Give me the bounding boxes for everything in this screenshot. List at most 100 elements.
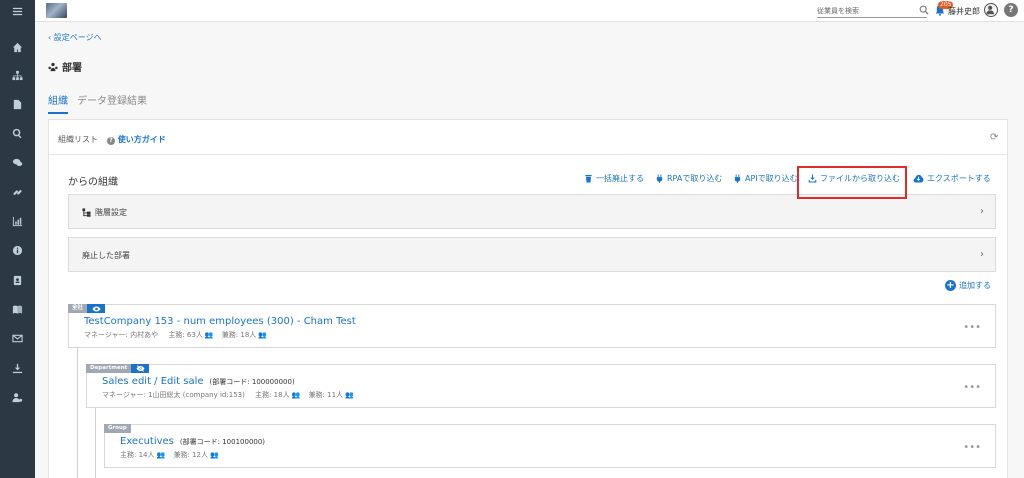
org-unit-card-company[interactable]: 全社 TestCompany 153 - num employees (300)… xyxy=(68,304,996,348)
page-title-text: 部署 xyxy=(62,63,82,74)
unit-tag: Department xyxy=(86,364,150,373)
unit-type-tag: Group xyxy=(104,424,131,433)
org-chart-icon[interactable] xyxy=(0,64,35,86)
org-title: からの組織 xyxy=(68,177,118,188)
tree-connector xyxy=(77,348,78,478)
export-label: エクスポートする xyxy=(927,174,991,183)
chat-icon[interactable] xyxy=(0,151,35,173)
chevron-right-icon: › xyxy=(980,206,984,217)
hierarchy-icon xyxy=(82,208,91,217)
trash-icon xyxy=(585,174,592,183)
unit-name-text: Executives xyxy=(120,436,174,447)
api-import-label: APIで取り込む xyxy=(745,174,798,183)
search-nav-icon[interactable] xyxy=(0,122,35,144)
unit-name-text: TestCompany 153 - num employees (300) - … xyxy=(84,316,356,327)
plug-icon xyxy=(734,174,741,183)
sidebar xyxy=(0,0,35,478)
export-button[interactable]: エクスポートする xyxy=(913,173,991,184)
avatar[interactable] xyxy=(984,3,998,17)
address-book-icon[interactable] xyxy=(0,269,35,291)
usage-guide-label: 使い方ガイド xyxy=(117,135,166,144)
unit-type-tag: 全社 xyxy=(68,304,88,313)
unit-meta: 主務: 14人 👥 兼務: 12人 👥 xyxy=(120,450,225,460)
tab-bar: 組織 データ登録結果 xyxy=(48,92,147,114)
home-icon[interactable] xyxy=(0,36,35,58)
unit-name-text: Sales edit / Edit sale xyxy=(102,376,204,387)
bulk-abolish-button[interactable]: 一括廃止する xyxy=(584,173,644,184)
abolished-departments-heading: 廃止した部署 xyxy=(82,250,130,261)
main-content: ‹ 設定ページへ 部署 組織 データ登録結果 組織リスト ? 使い方ガイド ⟳ … xyxy=(35,22,1024,478)
book-icon[interactable] xyxy=(0,298,35,320)
abolished-departments-label: 廃止した部署 xyxy=(82,251,130,260)
back-link-label: 設定ページへ xyxy=(53,33,102,42)
main-count: 主務: 18人 xyxy=(255,391,290,399)
unit-tag: Group xyxy=(104,424,131,433)
panel-title: 組織リスト xyxy=(58,135,98,144)
hierarchy-settings-label: 階層設定 xyxy=(95,208,127,217)
search-icon[interactable] xyxy=(919,5,929,15)
tab-organization[interactable]: 組織 xyxy=(48,92,68,114)
unit-tag: 全社 xyxy=(68,304,106,313)
main-count: 主務: 63人 xyxy=(168,331,203,339)
unit-name[interactable]: Sales edit / Edit sale (部署コード: 100000000) xyxy=(102,376,295,387)
chevron-right-icon: › xyxy=(980,249,984,260)
unit-meta: マネージャー: 1山田総太 (company id:153) 主務: 18人 👥 … xyxy=(102,390,360,400)
unit-name[interactable]: TestCompany 153 - num employees (300) - … xyxy=(84,316,356,327)
main-count: 主務: 14人 xyxy=(120,451,155,459)
info-icon[interactable] xyxy=(0,239,35,261)
employee-search-input[interactable]: 従業員を検索 xyxy=(817,4,927,18)
people-icon: 👥 xyxy=(156,451,166,459)
panel-header: 組織リスト ? 使い方ガイド ⟳ xyxy=(49,120,1007,155)
tree-connector xyxy=(95,408,96,478)
rpa-import-button[interactable]: RPAで取り込む xyxy=(655,173,722,184)
document-icon[interactable] xyxy=(0,93,35,115)
menu-icon[interactable] xyxy=(0,0,35,22)
download-icon[interactable] xyxy=(0,357,35,379)
hierarchy-settings-heading: 階層設定 xyxy=(82,207,127,218)
plug-icon xyxy=(656,174,663,183)
concurrent-count: 兼務: 11人 xyxy=(308,391,344,399)
user-icon xyxy=(986,5,994,15)
tab-data-import-results[interactable]: データ登録結果 xyxy=(77,92,147,114)
user-settings-icon[interactable] xyxy=(0,386,35,408)
add-label: 追加する xyxy=(959,281,991,290)
mail-icon[interactable] xyxy=(0,327,35,349)
abolished-departments-bar[interactable]: 廃止した部署 › xyxy=(68,237,996,272)
company-logo[interactable] xyxy=(46,3,67,18)
more-options-icon[interactable]: ••• xyxy=(963,442,981,453)
unit-meta: マネージャー: 内村あや 主務: 63人 👥 兼務: 18人 👥 xyxy=(84,330,273,340)
concurrent-count: 兼務: 18人 xyxy=(221,331,257,339)
more-options-icon[interactable]: ••• xyxy=(963,382,981,393)
hierarchy-settings-bar[interactable]: 階層設定 › xyxy=(68,194,996,229)
more-options-icon[interactable]: ••• xyxy=(963,322,981,333)
dept-code: (部署コード: 100100000) xyxy=(179,438,266,446)
question-circle-icon: ? xyxy=(107,137,115,145)
people-icon: 👥 xyxy=(209,451,219,459)
concurrent-count: 兼務: 12人 xyxy=(173,451,208,459)
topbar: 従業員を検索 205 藤井史郎 ? xyxy=(35,0,1024,22)
rpa-import-label: RPAで取り込む xyxy=(667,174,723,183)
manager-text: マネージャー: 内村あや xyxy=(84,331,159,339)
org-unit-card-group[interactable]: Group Executives (部署コード: 100100000) 主務: 1… xyxy=(104,424,996,468)
api-import-button[interactable]: APIで取り込む xyxy=(733,173,798,184)
plus-circle-icon: + xyxy=(945,280,956,291)
highlight-box xyxy=(797,166,907,199)
eye-slash-icon[interactable] xyxy=(131,364,150,373)
add-button[interactable]: + 追加する xyxy=(945,280,991,291)
eye-icon[interactable] xyxy=(87,304,106,313)
unit-name[interactable]: Executives (部署コード: 100100000) xyxy=(120,436,265,447)
usage-guide-link[interactable]: ? 使い方ガイド xyxy=(107,134,166,145)
help-button[interactable]: ? xyxy=(1004,3,1018,17)
manager-text: マネージャー: 1山田総太 (company id:153) xyxy=(102,391,245,399)
chart-icon[interactable] xyxy=(0,210,35,232)
cloud-download-icon xyxy=(913,174,924,183)
people-icon: 👥 xyxy=(258,331,267,339)
back-link[interactable]: ‹ 設定ページへ xyxy=(48,32,102,43)
bulk-abolish-label: 一括廃止する xyxy=(596,174,644,183)
people-icon: 👥 xyxy=(204,331,214,339)
unit-type-tag: Department xyxy=(86,364,132,373)
refresh-icon[interactable]: ⟳ xyxy=(990,132,1000,143)
link-icon[interactable] xyxy=(0,181,35,203)
user-name[interactable]: 藤井史郎 xyxy=(948,6,980,17)
org-unit-card-department[interactable]: Department Sales edit / Edit sale (部署コード:… xyxy=(86,364,996,408)
